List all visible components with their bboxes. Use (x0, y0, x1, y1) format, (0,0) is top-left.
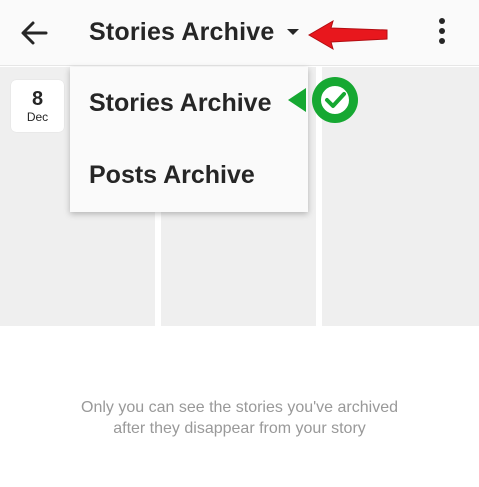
archive-type-selector[interactable]: Stories Archive (89, 14, 300, 50)
date-day: 8 (31, 88, 44, 110)
date-month: Dec (26, 110, 49, 124)
caret-down-icon (287, 29, 300, 35)
more-vertical-icon (439, 18, 445, 44)
menu-item-posts-archive[interactable]: Posts Archive (70, 139, 308, 211)
checkmark-badge-icon (288, 77, 358, 123)
more-options-button[interactable] (428, 14, 456, 50)
app-bar: Stories Archive (0, 0, 479, 66)
pointer-arrow-icon (308, 19, 388, 51)
date-badge: 8 Dec (11, 80, 64, 132)
archive-empty-message: Only you can see the stories you've arch… (81, 399, 398, 437)
back-button[interactable] (16, 15, 52, 51)
archive-dropdown-menu: Stories Archive Posts Archive (70, 67, 308, 212)
menu-item-stories-archive[interactable]: Stories Archive (70, 67, 308, 139)
page-title: Stories Archive (89, 17, 275, 46)
arrow-left-icon (21, 21, 48, 45)
